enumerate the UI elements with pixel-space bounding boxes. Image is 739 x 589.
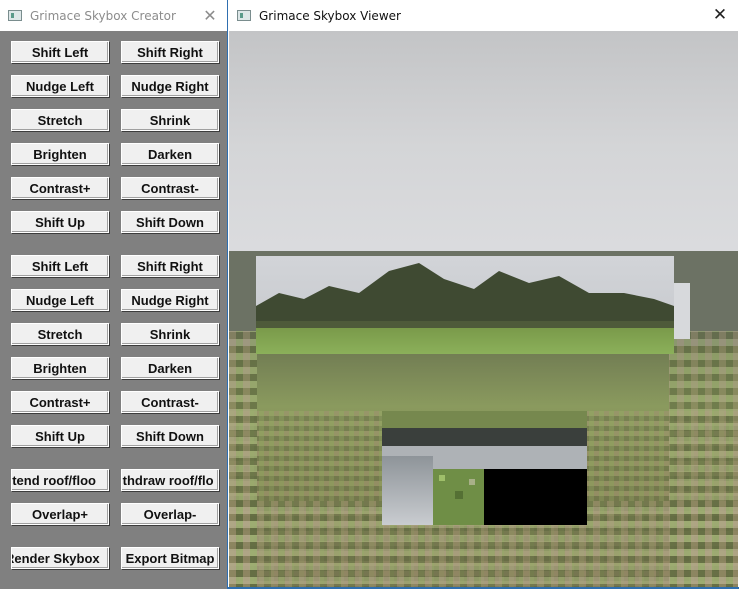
viewer-titlebar[interactable]: Grimace Skybox Viewer ✕ bbox=[228, 0, 739, 31]
skybox-render-viewport[interactable] bbox=[229, 31, 738, 587]
skybox-render-image bbox=[229, 31, 738, 587]
stretch-button-2[interactable]: Stretch bbox=[11, 323, 109, 345]
creator-title: Grimace Skybox Creator bbox=[30, 8, 176, 23]
contrast-plus-button-2[interactable]: Contrast+ bbox=[11, 391, 109, 413]
app-window-icon bbox=[8, 10, 22, 21]
shift-down-button-2[interactable]: Shift Down bbox=[121, 425, 219, 447]
shift-up-button-2[interactable]: Shift Up bbox=[11, 425, 109, 447]
creator-titlebar[interactable]: Grimace Skybox Creator ✕ bbox=[0, 0, 227, 31]
withdraw-roof-floor-button[interactable]: ithdraw roof/flo bbox=[121, 469, 219, 491]
brighten-button-2[interactable]: Brighten bbox=[11, 357, 109, 379]
nudge-right-button[interactable]: Nudge Right bbox=[121, 75, 219, 97]
contrast-plus-button[interactable]: Contrast+ bbox=[11, 177, 109, 199]
viewer-title: Grimace Skybox Viewer bbox=[259, 8, 401, 23]
skybox-creator-window: Grimace Skybox Creator ✕ Shift Left Shif… bbox=[0, 0, 227, 589]
overlap-minus-button[interactable]: Overlap- bbox=[121, 503, 219, 525]
shift-right-button[interactable]: Shift Right bbox=[121, 41, 219, 63]
export-bitmap-button[interactable]: Export Bitmap bbox=[121, 547, 219, 569]
shift-left-button-2[interactable]: Shift Left bbox=[11, 255, 109, 277]
shift-down-button[interactable]: Shift Down bbox=[121, 211, 219, 233]
render-skybox-button[interactable]: Render Skybox bbox=[11, 547, 109, 569]
nudge-left-button[interactable]: Nudge Left bbox=[11, 75, 109, 97]
overlap-plus-button[interactable]: Overlap+ bbox=[11, 503, 109, 525]
skybox-viewer-window: Grimace Skybox Viewer ✕ bbox=[227, 0, 739, 589]
contrast-minus-button[interactable]: Contrast- bbox=[121, 177, 219, 199]
darken-button[interactable]: Darken bbox=[121, 143, 219, 165]
shift-left-button[interactable]: Shift Left bbox=[11, 41, 109, 63]
close-icon[interactable]: ✕ bbox=[199, 4, 221, 26]
floor-preview-tiles bbox=[382, 411, 587, 525]
stretch-button[interactable]: Stretch bbox=[11, 109, 109, 131]
render-skybox-label: Render Skybox bbox=[11, 550, 100, 566]
withdraw-roof-floor-label: ithdraw roof/flo bbox=[121, 472, 214, 488]
shift-up-button[interactable]: Shift Up bbox=[11, 211, 109, 233]
shift-right-button-2[interactable]: Shift Right bbox=[121, 255, 219, 277]
extend-roof-floor-label: xtend roof/floo bbox=[11, 472, 96, 488]
brighten-button[interactable]: Brighten bbox=[11, 143, 109, 165]
contrast-minus-button-2[interactable]: Contrast- bbox=[121, 391, 219, 413]
shrink-button-2[interactable]: Shrink bbox=[121, 323, 219, 345]
nudge-right-button-2[interactable]: Nudge Right bbox=[121, 289, 219, 311]
app-window-icon bbox=[237, 10, 251, 21]
darken-button-2[interactable]: Darken bbox=[121, 357, 219, 379]
shrink-button[interactable]: Shrink bbox=[121, 109, 219, 131]
close-icon[interactable]: ✕ bbox=[709, 4, 731, 26]
extend-roof-floor-button[interactable]: xtend roof/floo bbox=[11, 469, 109, 491]
panorama-strip bbox=[256, 256, 690, 354]
nudge-left-button-2[interactable]: Nudge Left bbox=[11, 289, 109, 311]
